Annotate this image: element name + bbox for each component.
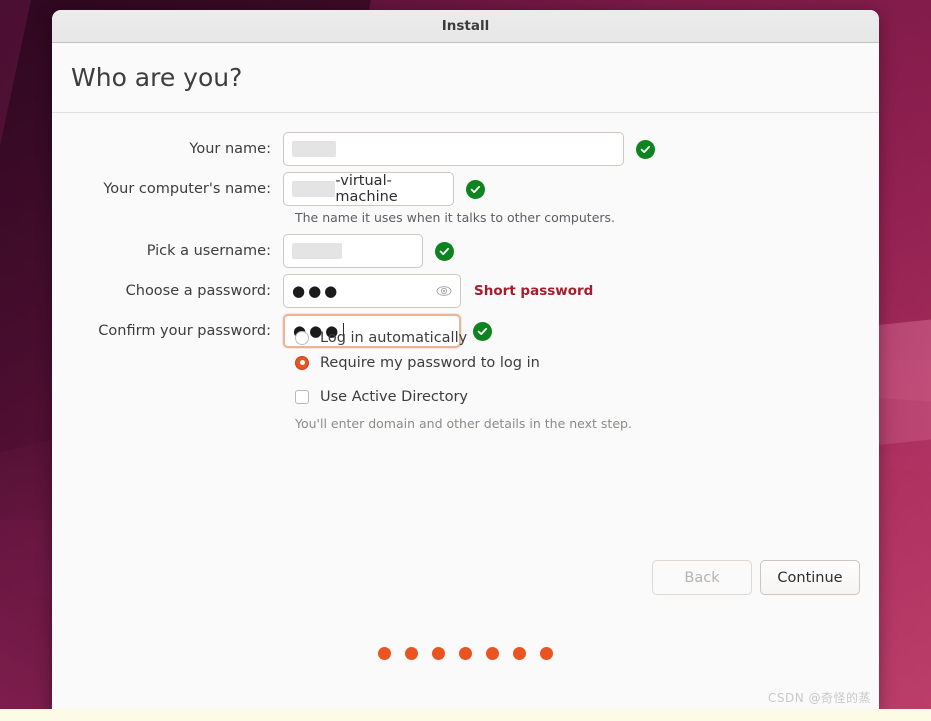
hostname-hint-row: The name it uses when it talks to other … [52,210,879,230]
hostname-input[interactable]: -virtual-machine [283,172,454,206]
username-label: Pick a username: [146,243,271,259]
form-row-name: Your name: [52,130,879,168]
checkbox-use-active-directory[interactable]: Use Active Directory [295,384,632,409]
hint-spacer [52,210,283,230]
password-label: Choose a password: [125,283,271,299]
password-strength-warning: Short password [474,283,594,299]
radio-require-password[interactable]: Require my password to log in [295,350,632,375]
progress-dot [432,647,445,660]
log-in-automatically-label: Log in automatically [320,329,468,346]
page-header: Who are you? [52,43,879,113]
form-row-username: Pick a username: [52,232,879,270]
name-valid-check-icon [636,139,655,159]
name-label: Your name: [189,141,271,157]
active-directory-label: Use Active Directory [320,388,468,405]
continue-button[interactable]: Continue [760,560,860,595]
checkbox-unchecked-icon [295,389,309,404]
confirm-password-label: Confirm your password: [98,323,271,339]
progress-dot [459,647,472,660]
username-value-redacted [292,243,342,259]
progress-dot [405,647,418,660]
hostname-hint: The name it uses when it talks to other … [295,210,616,225]
progress-dot [513,647,526,660]
active-directory-hint: You'll enter domain and other details in… [295,416,632,431]
window-title-bar[interactable]: Install [52,10,879,43]
desktop-background: Install Who are you? Your name: Your com… [0,0,931,721]
watermark: CSDN @奇怪的蒸 [767,691,871,705]
hostname-label: Your computer's name: [103,181,271,197]
page-title: Who are you? [71,63,243,92]
progress-dot [486,647,499,660]
username-valid-check-icon [435,241,454,261]
hostname-valid-check-icon [466,179,485,199]
eye-icon[interactable] [436,283,452,299]
username-input[interactable] [283,234,423,268]
radio-unselected-icon [295,330,309,345]
hostname-suffix: -virtual-machine [335,173,398,205]
name-value-redacted [292,141,336,157]
options-spacer [295,375,632,384]
name-input[interactable] [283,132,624,166]
progress-dot [378,647,391,660]
form-row-hostname: Your computer's name: -virtual-machine [52,170,879,208]
installer-content: Your name: Your computer's name: -virtua… [52,113,879,710]
bottom-strip [0,709,931,721]
progress-dot [540,647,553,660]
password-input[interactable]: ●●● [283,274,461,308]
progress-dots [52,647,879,660]
radio-log-in-automatically[interactable]: Log in automatically [295,325,632,350]
navigation-buttons: Back Continue [652,560,860,595]
back-button[interactable]: Back [652,560,752,595]
window-title: Install [441,18,490,34]
login-options: Log in automatically Require my password… [295,325,632,431]
hostname-prefix-redacted [292,181,336,197]
radio-selected-icon [295,355,309,370]
installer-window: Install Who are you? Your name: Your com… [52,10,879,710]
require-password-label: Require my password to log in [320,354,540,371]
form-row-password: Choose a password: ●●● Short password [52,272,879,310]
user-setup-form: Your name: Your computer's name: -virtua… [52,130,879,352]
password-value: ●●● [292,281,341,300]
